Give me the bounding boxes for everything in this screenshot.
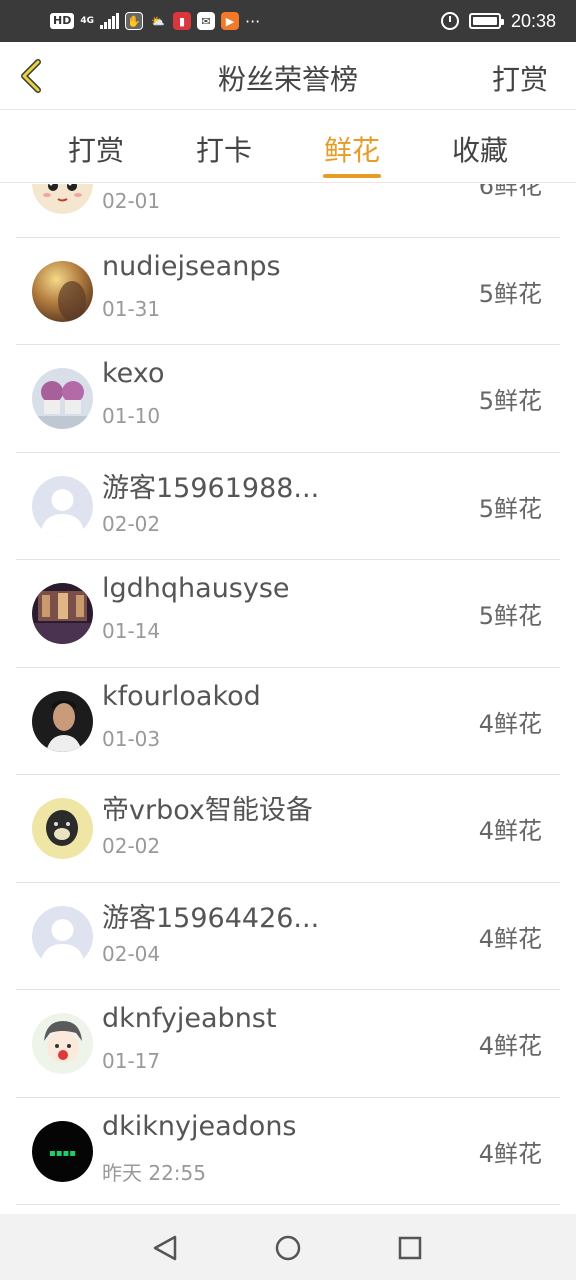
list-item[interactable]: 游客15961988... 02-02 5鲜花 (0, 453, 576, 561)
hand-icon: ✋ (125, 12, 143, 30)
fan-ranking-list[interactable]: isabelmatbram...02-016鲜花nudiejseanps01-3… (0, 184, 576, 1214)
battery-icon (468, 13, 504, 29)
list-item[interactable]: 游客15964426... 02-04 4鲜花 (0, 883, 576, 991)
tab-checkin[interactable]: 打卡 (179, 129, 269, 183)
fan-date: 01-31 (102, 296, 161, 321)
avatar[interactable] (32, 690, 93, 752)
fan-name: kexo (102, 358, 165, 389)
circle-home-icon (275, 1235, 301, 1261)
fan-date: 02-01 (102, 189, 161, 213)
network-label: 4G (80, 16, 94, 26)
tab-flowers[interactable]: 鲜花 (307, 129, 397, 183)
list-item[interactable]: kfourloakod 01-03 4鲜花 (0, 668, 576, 776)
weather-icon: ⛅ (151, 14, 165, 28)
book-app-icon: ▮ (173, 12, 191, 30)
fan-name: 游客15961988... (102, 472, 320, 504)
list-item[interactable]: isabelmatbram...02-016鲜花 (0, 184, 576, 238)
tab-favorites[interactable]: 收藏 (435, 129, 525, 183)
square-recents-icon (398, 1236, 422, 1260)
tab-bar: 打赏 打卡 鲜花 收藏 (0, 111, 576, 183)
flower-count: 5鲜花 (478, 494, 542, 523)
tab-label: 打卡 (195, 134, 252, 167)
avatar[interactable] (32, 368, 93, 429)
list-item[interactable]: ▪▪▪▪ dkiknyjeadons 昨天 22:55 4鲜花 (0, 1098, 576, 1206)
tab-label: 收藏 (451, 134, 508, 167)
fan-name: dknfyjeabnst (102, 1003, 277, 1034)
tab-label: 打赏 (67, 134, 124, 167)
fan-name: nudiejseanps (102, 250, 281, 282)
tip-button[interactable]: 打赏 (492, 58, 548, 98)
avatar[interactable] (32, 905, 93, 967)
flower-count: 6鲜花 (478, 184, 542, 200)
flower-count: 4鲜花 (478, 709, 542, 738)
triangle-back-icon (153, 1235, 177, 1261)
nav-home-button[interactable] (268, 1228, 308, 1268)
fan-date: 01-14 (102, 619, 161, 643)
avatar[interactable] (32, 260, 93, 322)
app-header: 粉丝荣誉榜 打赏 (0, 42, 576, 110)
status-left: HD 4G ✋ ⛅ ▮ ✉ ▶ ··· (50, 9, 260, 33)
status-right: 20:38 (440, 9, 556, 33)
page-title: 粉丝荣誉榜 (217, 63, 358, 96)
clock: 20:38 (510, 10, 556, 31)
video-app-icon: ▶ (221, 12, 239, 30)
avatar[interactable] (32, 475, 93, 537)
alarm-icon (440, 12, 459, 30)
list-item[interactable]: lgdhqhausyse 01-14 5鲜花 (0, 560, 576, 668)
fan-date: 02-02 (102, 834, 161, 858)
fan-date: 02-04 (102, 941, 161, 966)
avatar[interactable] (32, 798, 93, 859)
flower-count: 4鲜花 (478, 1139, 542, 1168)
avatar[interactable] (32, 1013, 93, 1074)
more-notifications-icon: ··· (245, 11, 261, 31)
list-item[interactable]: kexo 01-10 5鲜花 (0, 345, 576, 453)
fan-name: lgdhqhausyse (102, 573, 290, 604)
list-item[interactable]: dknfyjeabnst 01-17 4鲜花 (0, 990, 576, 1098)
tab-tip[interactable]: 打赏 (51, 129, 141, 183)
flower-count: 5鲜花 (478, 387, 542, 415)
mail-app-icon: ✉ (197, 12, 215, 30)
system-nav-bar (0, 1214, 576, 1280)
tab-label: 鲜花 (323, 134, 380, 167)
active-tab-indicator (323, 174, 381, 178)
flower-count: 4鲜花 (478, 1032, 542, 1060)
hd-badge: HD (50, 13, 75, 29)
avatar[interactable] (32, 583, 93, 644)
flower-count: 5鲜花 (478, 279, 542, 308)
nav-back-button[interactable] (146, 1228, 186, 1268)
list-item[interactable]: 帝vrbox智能设备 02-02 4鲜花 (0, 775, 576, 883)
signal-icon (100, 13, 119, 29)
fan-name: 游客15964426... (102, 902, 320, 934)
list-item[interactable]: nudiejseanps 01-31 5鲜花 (0, 238, 576, 346)
fan-date: 01-17 (102, 1049, 161, 1073)
fan-date: 02-02 (102, 511, 161, 536)
fan-date: 01-03 (102, 726, 161, 751)
nav-recents-button[interactable] (390, 1228, 430, 1268)
fan-date: 01-10 (102, 404, 161, 428)
status-bar: HD 4G ✋ ⛅ ▮ ✉ ▶ ··· 20:38 (0, 0, 576, 42)
avatar[interactable] (32, 184, 93, 214)
flower-count: 4鲜花 (478, 924, 542, 953)
flower-count: 5鲜花 (478, 602, 542, 630)
fan-name: 帝vrbox智能设备 (102, 795, 313, 826)
fan-date: 昨天 22:55 (102, 1160, 206, 1185)
list-content: isabelmatbram...02-016鲜花nudiejseanps01-3… (0, 184, 576, 1205)
svg-text:▪▪▪▪: ▪▪▪▪ (49, 1148, 76, 1159)
avatar[interactable]: ▪▪▪▪ (32, 1120, 93, 1182)
flower-count: 4鲜花 (478, 817, 542, 845)
fan-name: kfourloakod (102, 680, 261, 712)
fan-name: dkiknyjeadons (102, 1110, 297, 1142)
